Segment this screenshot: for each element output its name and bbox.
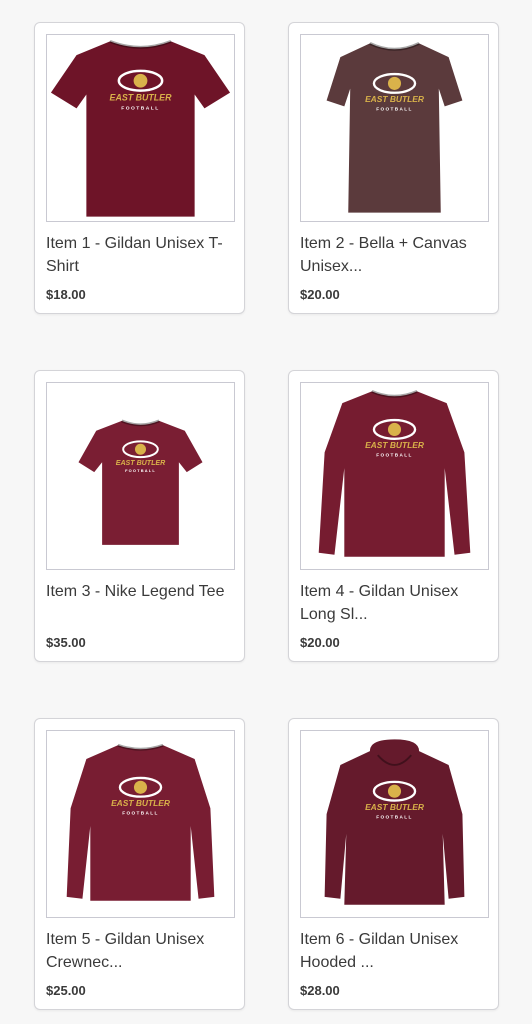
logo-text: EAST BUTLER	[365, 802, 425, 812]
logo-subtext: FOOTBALL	[376, 814, 413, 819]
product-title[interactable]: Item 3 - Nike Legend Tee	[46, 580, 236, 603]
product-image[interactable]: EAST BUTLER FOOTBALL	[46, 382, 235, 570]
product-card[interactable]: EAST BUTLER FOOTBALL Item 1 - Gildan Unis…	[34, 22, 245, 314]
logo-text: EAST BUTLER	[365, 94, 425, 104]
garment-shape	[78, 420, 203, 545]
garment-illustration: EAST BUTLER FOOTBALL	[66, 743, 215, 901]
logo-subtext: FOOTBALL	[125, 468, 156, 473]
logo-subtext: FOOTBALL	[121, 105, 160, 111]
garment-illustration: EAST BUTLER FOOTBALL	[324, 739, 465, 905]
product-price: $35.00	[46, 635, 86, 650]
product-title[interactable]: Item 2 - Bella + Canvas Unisex...	[300, 232, 490, 278]
product-title[interactable]: Item 6 - Gildan Unisex Hooded ...	[300, 928, 490, 974]
product-title[interactable]: Item 4 - Gildan Unisex Long Sl...	[300, 580, 490, 626]
logo-subtext: FOOTBALL	[376, 453, 413, 458]
logo-text: EAST BUTLER	[111, 798, 171, 808]
product-card[interactable]: EAST BUTLER FOOTBALL Item 2 - Bella + Can…	[288, 22, 499, 314]
product-card[interactable]: EAST BUTLER FOOTBALL Item 4 - Gildan Unis…	[288, 370, 499, 662]
product-grid: EAST BUTLER FOOTBALL Item 1 - Gildan Unis…	[34, 22, 499, 1010]
logo-text: EAST BUTLER	[365, 440, 425, 450]
garment-illustration: EAST BUTLERFOOTBALL	[78, 419, 203, 545]
product-price: $18.00	[46, 287, 86, 302]
garment-shape	[318, 391, 471, 557]
logo-subtext: FOOTBALL	[376, 107, 413, 112]
product-image[interactable]: EAST BUTLER FOOTBALL	[46, 730, 235, 918]
garment-shape	[326, 43, 463, 213]
garment-illustration: EAST BUTLER FOOTBALL	[50, 40, 231, 217]
product-card[interactable]: EAST BUTLER FOOTBALL Item 6 - Gildan Unis…	[288, 718, 499, 1010]
garment-illustration: EAST BUTLER FOOTBALL	[318, 389, 471, 557]
product-price: $20.00	[300, 635, 340, 650]
logo-text: EAST BUTLER	[116, 459, 166, 467]
product-image[interactable]: EAST BUTLER FOOTBALL	[300, 34, 489, 222]
garment-illustration: EAST BUTLER FOOTBALL	[326, 42, 463, 213]
garment-shape	[66, 745, 215, 901]
garment-shape	[50, 41, 231, 217]
product-title[interactable]: Item 5 - Gildan Unisex Crewnec...	[46, 928, 236, 974]
product-image[interactable]: EAST BUTLER FOOTBALL	[46, 34, 235, 222]
product-title[interactable]: Item 1 - Gildan Unisex T-Shirt	[46, 232, 236, 278]
product-card[interactable]: EAST BUTLER FOOTBALL Item 3 - Nike Legend…	[34, 370, 245, 662]
logo-subtext: FOOTBALL	[122, 810, 159, 815]
product-image[interactable]: EAST BUTLER FOOTBALL	[300, 730, 489, 918]
product-card[interactable]: EAST BUTLER FOOTBALL Item 5 - Gildan Unis…	[34, 718, 245, 1010]
product-price: $20.00	[300, 287, 340, 302]
logo-text: EAST BUTLER	[110, 92, 173, 102]
product-image[interactable]: EAST BUTLER FOOTBALL	[300, 382, 489, 570]
product-price: $28.00	[300, 983, 340, 998]
product-price: $25.00	[46, 983, 86, 998]
